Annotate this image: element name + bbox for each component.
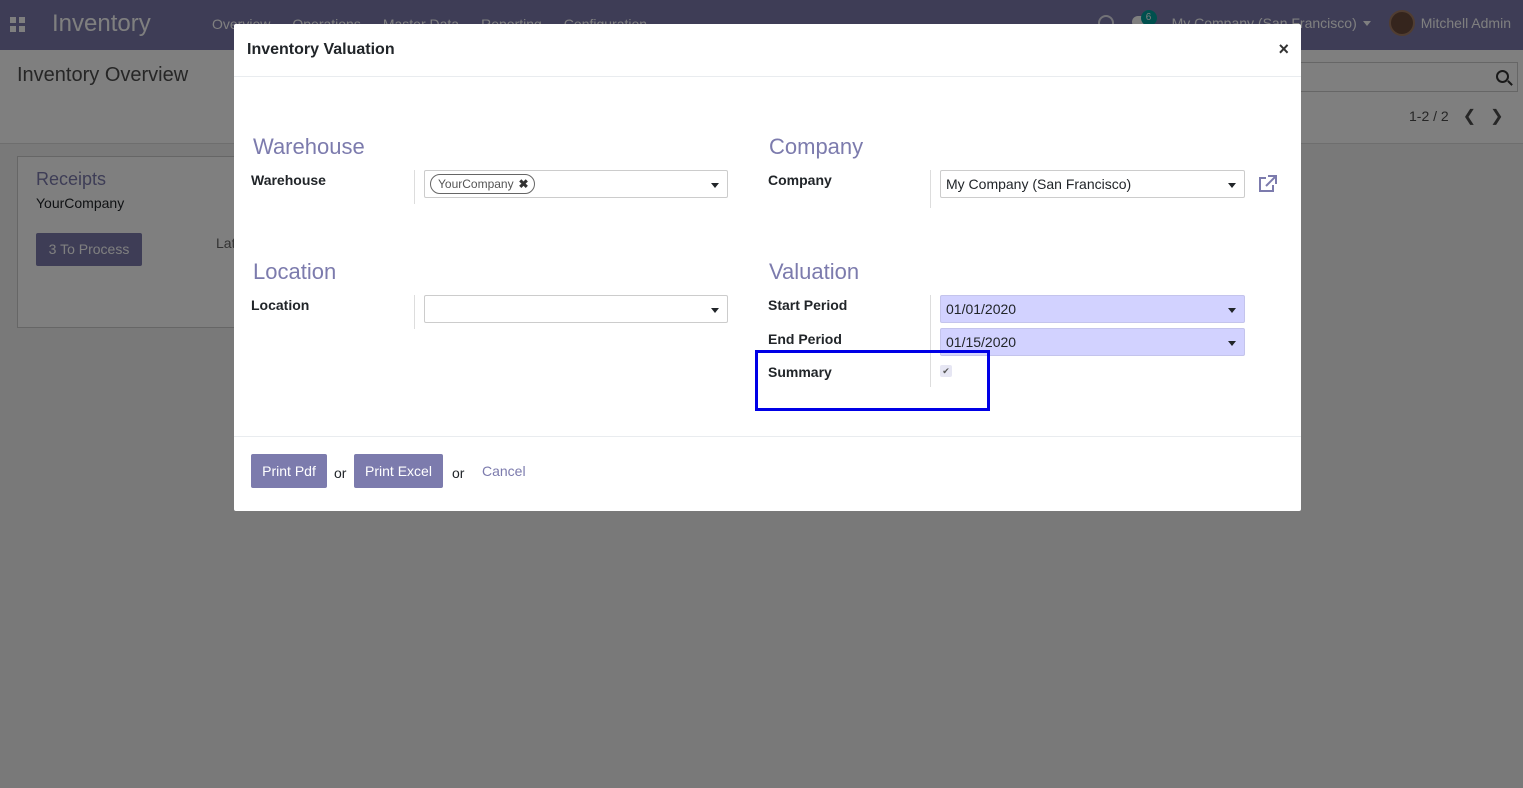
company-select[interactable]: My Company (San Francisco) [940,170,1245,198]
remove-tag-icon[interactable]: ✖ [519,175,529,193]
start-period-label: Start Period [768,297,848,313]
print-pdf-button[interactable]: Print Pdf [251,454,327,488]
chevron-down-icon[interactable] [1228,341,1236,346]
end-period-value: 01/15/2020 [946,334,1017,350]
or-separator: or [452,465,465,481]
end-period-label: End Period [768,331,842,347]
company-label: Company [768,172,832,188]
company-select-value: My Company (San Francisco) [946,176,1132,192]
warehouse-tag-label: YourCompany [438,177,514,191]
start-period-value: 01/01/2020 [946,301,1017,317]
warehouse-many2many-field[interactable]: YourCompany ✖ [424,170,728,198]
warehouse-tag: YourCompany ✖ [430,174,535,194]
chevron-down-icon[interactable] [1228,183,1236,188]
external-link-icon[interactable] [1257,175,1277,193]
modal-footer: Print Pdf or Print Excel or Cancel [234,436,1301,511]
print-excel-button[interactable]: Print Excel [354,454,443,488]
or-separator: or [334,465,347,481]
company-section-title: Company [769,134,864,159]
modal-title: Inventory Valuation [247,41,395,58]
modal-header: Inventory Valuation × [234,24,1301,77]
warehouse-label: Warehouse [251,172,326,188]
chevron-down-icon[interactable] [711,308,719,313]
valuation-section-title: Valuation [769,259,860,284]
start-period-datepicker[interactable]: 01/01/2020 [940,295,1245,323]
location-select[interactable] [424,295,728,323]
field-separator [414,295,415,329]
chevron-down-icon[interactable] [711,183,719,188]
location-section-title: Location [253,259,337,284]
chevron-down-icon[interactable] [1228,308,1236,313]
warehouse-section-title: Warehouse [253,134,365,159]
field-separator [930,170,931,208]
location-label: Location [251,297,310,313]
field-separator [414,170,415,204]
inventory-valuation-dialog: Inventory Valuation × Warehouse Warehous… [234,24,1301,511]
highlight-box [755,350,990,411]
close-icon[interactable]: × [1278,39,1289,60]
cancel-button[interactable]: Cancel [482,463,526,479]
